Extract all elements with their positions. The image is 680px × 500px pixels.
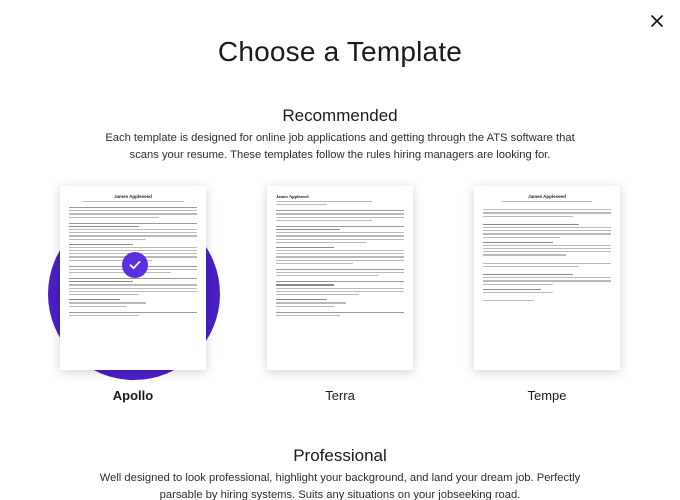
selected-badge (122, 252, 148, 278)
professional-heading: Professional (293, 446, 387, 465)
template-preview-apollo: James Appleseed (60, 186, 206, 370)
recommended-heading: Recommended (282, 106, 398, 125)
template-card-tempe[interactable]: James Appleseed Tempe (474, 186, 620, 403)
template-name-terra: Terra (325, 388, 355, 403)
resume-name: James Appleseed (528, 194, 566, 199)
resume-name: James Appleseed (114, 194, 152, 199)
resume-name: James Appleseed (276, 194, 309, 199)
recommended-description: Each template is designed for online job… (105, 132, 575, 161)
template-card-apollo[interactable]: James Appleseed Apollo (60, 186, 206, 403)
template-card-terra[interactable]: James Appleseed Terra (267, 186, 413, 403)
template-preview-terra: James Appleseed (267, 186, 413, 370)
template-preview-tempe: James Appleseed (474, 186, 620, 370)
template-name-tempe: Tempe (527, 388, 567, 403)
professional-description: Well designed to look professional, high… (99, 472, 581, 500)
template-name-apollo: Apollo (112, 388, 154, 403)
page-title: Choose a Template (217, 36, 463, 67)
checkmark-icon (129, 260, 141, 270)
recommended-templates: James Appleseed Apollo James Appleseed T… (0, 186, 680, 406)
close-button[interactable] (648, 12, 666, 30)
close-icon (651, 15, 663, 27)
